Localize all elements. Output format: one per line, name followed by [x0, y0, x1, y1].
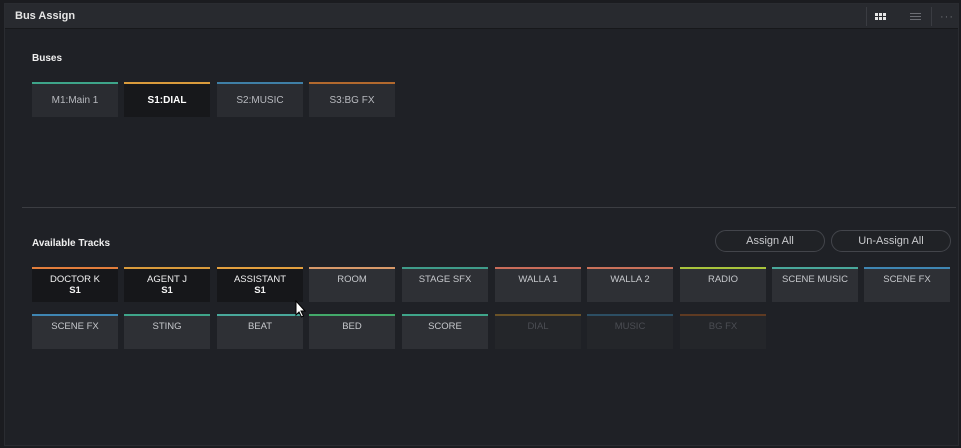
- track-label: STING: [152, 321, 182, 332]
- track-bus-assignment: S1: [161, 285, 173, 296]
- track-label: ROOM: [337, 274, 367, 285]
- track-button[interactable]: WALLA 1: [495, 267, 581, 302]
- grid-view-button[interactable]: [868, 4, 892, 29]
- track-button[interactable]: MUSIC: [587, 314, 673, 349]
- track-button[interactable]: AGENT J S1: [124, 267, 210, 302]
- track-button[interactable]: ASSISTANT S1: [217, 267, 303, 302]
- track-button[interactable]: STAGE SFX: [402, 267, 488, 302]
- track-button[interactable]: ROOM: [309, 267, 395, 302]
- track-button[interactable]: STING: [124, 314, 210, 349]
- track-label: SCENE MUSIC: [782, 274, 848, 285]
- assign-all-button[interactable]: Assign All: [715, 230, 825, 252]
- track-button[interactable]: SCENE FX: [864, 267, 950, 302]
- track-label: DIAL: [527, 321, 549, 332]
- bus-button[interactable]: S1:DIAL: [124, 82, 210, 117]
- title-bar: Bus Assign ···: [5, 4, 958, 29]
- available-tracks-label: Available Tracks: [32, 238, 111, 249]
- track-button[interactable]: DOCTOR K S1: [32, 267, 118, 302]
- track-label: AGENT J: [147, 274, 187, 285]
- track-label: WALLA 1: [518, 274, 558, 285]
- bus-button[interactable]: S3:BG FX: [309, 82, 395, 117]
- track-label: SCORE: [428, 321, 462, 332]
- buses-section-label: Buses: [32, 53, 63, 64]
- panel-title: Bus Assign: [15, 10, 76, 22]
- track-label: ASSISTANT: [233, 274, 287, 285]
- more-options-button[interactable]: ···: [935, 4, 959, 29]
- track-button[interactable]: WALLA 2: [587, 267, 673, 302]
- track-label: BG FX: [708, 321, 738, 332]
- track-label: BEAT: [247, 321, 273, 332]
- track-button[interactable]: SCORE: [402, 314, 488, 349]
- track-button[interactable]: BG FX: [680, 314, 766, 349]
- titlebar-separator: [931, 7, 932, 26]
- unassign-all-button[interactable]: Un-Assign All: [831, 230, 951, 252]
- bus-assign-panel: Bus Assign ··· Buses M1:Main 1 S1:DIAL S2:…: [4, 3, 959, 446]
- track-label: SCENE FX: [51, 321, 99, 332]
- more-options-icon: ···: [940, 10, 954, 23]
- track-button[interactable]: BED: [309, 314, 395, 349]
- track-bus-assignment: S1: [69, 285, 81, 296]
- track-button[interactable]: DIAL: [495, 314, 581, 349]
- section-divider: [22, 207, 956, 208]
- bus-button[interactable]: M1:Main 1: [32, 82, 118, 117]
- track-label: SCENE FX: [883, 274, 931, 285]
- list-view-icon: [909, 13, 921, 20]
- bus-button[interactable]: S2:MUSIC: [217, 82, 303, 117]
- track-label: BED: [342, 321, 362, 332]
- track-label: MUSIC: [614, 321, 646, 332]
- track-label: RADIO: [707, 274, 739, 285]
- titlebar-separator: [866, 7, 867, 26]
- track-button[interactable]: SCENE FX: [32, 314, 118, 349]
- track-label: STAGE SFX: [418, 274, 472, 285]
- track-button[interactable]: SCENE MUSIC: [772, 267, 858, 302]
- track-button[interactable]: BEAT: [217, 314, 303, 349]
- track-label: DOCTOR K: [50, 274, 100, 285]
- mouse-pointer-icon: [295, 300, 307, 318]
- track-button[interactable]: RADIO: [680, 267, 766, 302]
- track-label: WALLA 2: [610, 274, 650, 285]
- track-bus-assignment: S1: [254, 285, 266, 296]
- list-view-button[interactable]: [903, 4, 927, 29]
- grid-view-icon: [874, 13, 886, 20]
